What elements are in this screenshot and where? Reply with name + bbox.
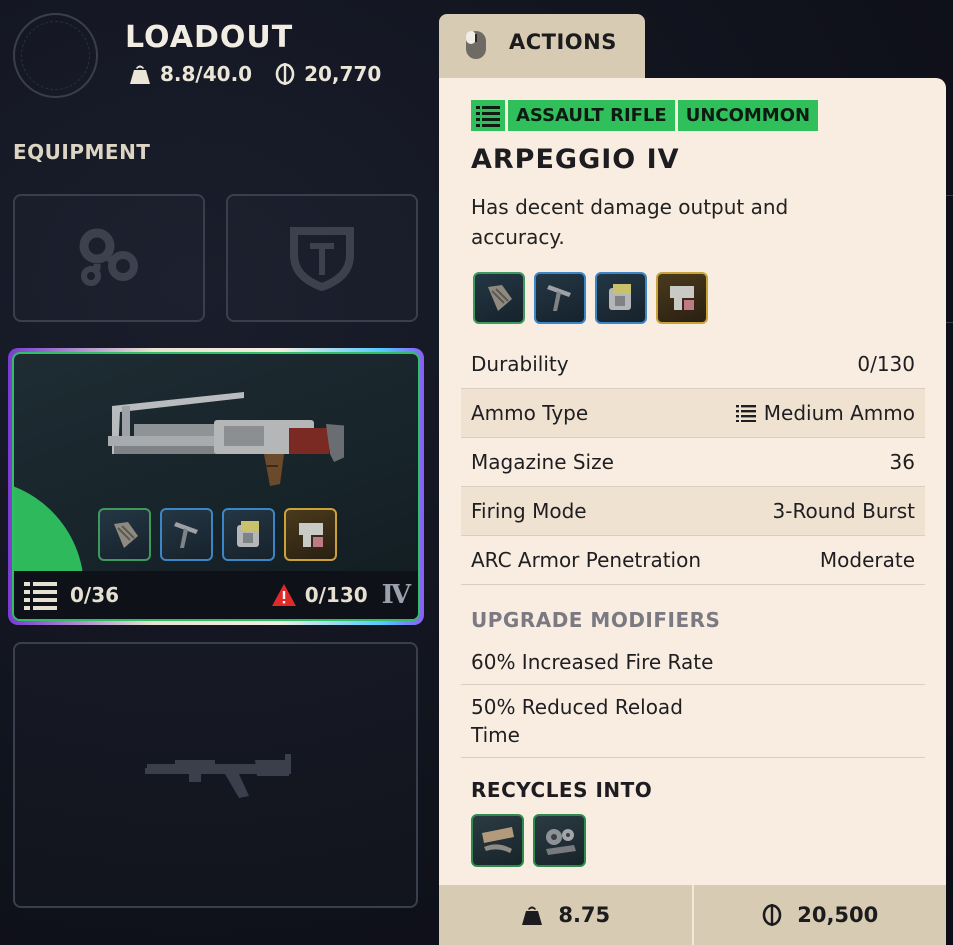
ammo-type-value: Medium Ammo <box>763 401 915 425</box>
stock-attachment[interactable] <box>656 272 708 324</box>
warning-icon <box>271 584 296 606</box>
magazine-attachment[interactable] <box>222 508 275 561</box>
loadout-weight-value: 8.8/40.0 <box>160 62 253 86</box>
loadout-currency: 20,770 <box>274 62 381 86</box>
stat-label: Ammo Type <box>471 401 589 425</box>
magazine-attachment[interactable] <box>595 272 647 324</box>
stat-label: Firing Mode <box>471 499 587 523</box>
tooltip-attachment-row <box>473 272 708 324</box>
item-stats-table: Durability 0/130 Ammo Type Medium Ammo M… <box>461 340 925 585</box>
underbarrel-icon <box>173 521 198 548</box>
item-rarity-tag: UNCOMMON <box>677 100 819 131</box>
ammo-icon <box>735 405 756 422</box>
weapon-durability: 0/130 <box>271 583 368 607</box>
muzzle-icon <box>488 285 512 311</box>
weapon-tier-badge: IV <box>381 580 411 610</box>
stock-icon <box>670 286 694 310</box>
stat-row-armor-penetration: ARC Armor Penetration Moderate <box>461 536 925 585</box>
weapon-card-footer: 0/36 0/130 IV <box>14 571 418 619</box>
player-avatar[interactable] <box>13 13 98 98</box>
recycle-item[interactable] <box>533 814 586 867</box>
stat-row-magazine-size: Magazine Size 36 <box>461 438 925 487</box>
item-value: 20,500 <box>691 885 947 945</box>
loadout-currency-value: 20,770 <box>304 62 382 86</box>
assault-rifle-icon <box>108 392 344 486</box>
mechanical-parts-icon <box>481 826 514 853</box>
weapon-ammo-count: 0/36 <box>24 580 119 610</box>
primary-weapon-card[interactable]: 0/36 0/130 IV <box>12 352 420 621</box>
stat-value: 0/130 <box>857 352 915 376</box>
item-name: ARPEGGIO IV <box>471 144 680 175</box>
ammo-icon <box>24 582 57 610</box>
stat-value: Medium Ammo <box>735 401 915 425</box>
stat-value: 3-Round Burst <box>772 499 915 523</box>
item-tags: ASSAULT RIFLE UNCOMMON <box>471 100 819 131</box>
coin-icon <box>762 904 782 926</box>
underbarrel-attachment[interactable] <box>160 508 213 561</box>
shield-slot[interactable] <box>226 194 418 322</box>
ammo-icon <box>476 105 500 127</box>
upgrade-modifiers-heading: UPGRADE MODIFIERS <box>471 608 721 632</box>
underbarrel-icon <box>547 285 571 311</box>
stat-label: Durability <box>471 352 569 376</box>
ammo-type-tag <box>471 100 505 131</box>
augment-slot[interactable] <box>13 194 205 322</box>
stat-row-ammo-type: Ammo Type Medium Ammo <box>461 389 925 438</box>
secondary-weapon-slot[interactable] <box>13 642 418 908</box>
weapon-durability-value: 0/130 <box>304 583 368 607</box>
muzzle-attachment[interactable] <box>98 508 151 561</box>
modifier-item: 60% Increased Fire Rate <box>461 640 925 685</box>
modifier-item: 50% Reduced Reload Time <box>461 685 925 758</box>
item-tooltip: ASSAULT RIFLE UNCOMMON ARPEGGIO IV Has d… <box>439 78 946 945</box>
metal-parts-icon <box>545 828 576 855</box>
actions-tab[interactable]: ACTIONS <box>439 14 645 84</box>
background-panel-edge <box>946 195 953 335</box>
recycle-items <box>471 814 586 867</box>
recycles-into-heading: RECYCLES INTO <box>471 778 653 802</box>
muzzle-icon <box>113 521 138 548</box>
shield-icon <box>290 227 354 291</box>
weight-icon <box>130 65 150 84</box>
item-weight-value: 8.75 <box>558 903 611 927</box>
item-weight: 8.75 <box>439 885 692 945</box>
tooltip-footer: 8.75 20,500 <box>439 885 946 945</box>
smg-silhouette-icon <box>145 754 291 798</box>
loadout-stats: 8.8/40.0 20,770 <box>128 62 403 86</box>
underbarrel-attachment[interactable] <box>534 272 586 324</box>
magazine-icon <box>236 520 259 547</box>
equipment-heading: EQUIPMENT <box>13 140 151 164</box>
stat-value: Moderate <box>819 548 915 572</box>
item-type-tag: ASSAULT RIFLE <box>508 100 675 131</box>
magazine-icon <box>609 284 631 310</box>
mouse-icon <box>466 31 486 59</box>
augment-icon <box>79 228 138 286</box>
stock-icon <box>298 522 323 547</box>
stat-label: ARC Armor Penetration <box>471 548 702 572</box>
muzzle-attachment[interactable] <box>473 272 525 324</box>
stat-value: 36 <box>889 450 915 474</box>
stat-row-durability: Durability 0/130 <box>461 340 925 389</box>
weapon-ammo-value: 0/36 <box>70 583 120 607</box>
item-description: Has decent damage output and accuracy. <box>471 195 789 249</box>
actions-tab-label: ACTIONS <box>509 30 617 54</box>
weapon-attachment-row <box>98 508 337 561</box>
loadout-title: LOADOUT <box>125 20 294 55</box>
loadout-weight: 8.8/40.0 <box>128 62 252 86</box>
item-value-amount: 20,500 <box>797 903 879 927</box>
stat-row-firing-mode: Firing Mode 3-Round Burst <box>461 487 925 536</box>
upgrade-modifiers-list: 60% Increased Fire Rate 50% Reduced Relo… <box>461 640 925 758</box>
stat-label: Magazine Size <box>471 450 614 474</box>
coin-icon <box>275 63 295 85</box>
stock-attachment[interactable] <box>284 508 337 561</box>
recycle-item[interactable] <box>471 814 524 867</box>
weight-icon <box>522 906 543 925</box>
